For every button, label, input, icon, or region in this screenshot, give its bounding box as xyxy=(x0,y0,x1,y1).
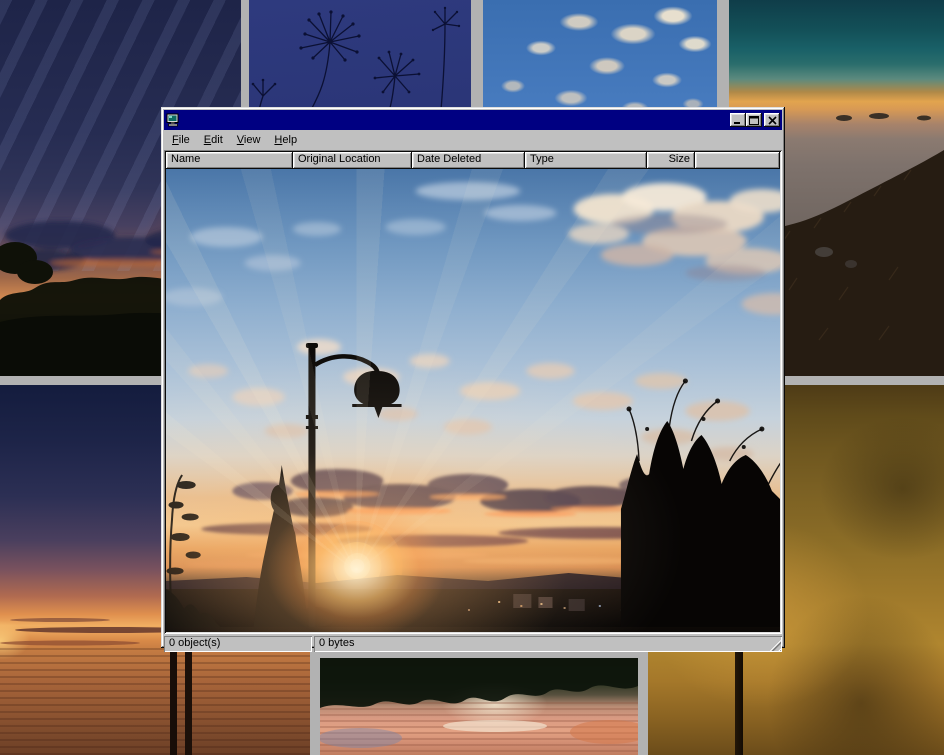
minimize-button[interactable] xyxy=(730,113,746,127)
listview: NameOriginal LocationDate DeletedTypeSiz… xyxy=(164,150,782,634)
menu-bar: FileEditViewHelp xyxy=(164,130,782,150)
menu-help[interactable]: Help xyxy=(267,132,304,149)
close-button[interactable] xyxy=(764,113,780,127)
column-header-type[interactable]: Type xyxy=(525,152,647,169)
column-header-original-location[interactable]: Original Location xyxy=(293,152,412,169)
menu-file[interactable]: File xyxy=(165,132,197,149)
minimize-icon xyxy=(733,116,743,125)
menu-view[interactable]: View xyxy=(230,132,268,149)
listview-empty-area[interactable] xyxy=(166,169,780,632)
column-header-filler[interactable] xyxy=(695,152,780,169)
menu-edit[interactable]: Edit xyxy=(197,132,230,149)
maximize-button[interactable] xyxy=(746,113,762,127)
computer-icon xyxy=(166,113,180,127)
crepuscular-rays xyxy=(166,169,780,632)
wallpaper-photo-water-reflection xyxy=(320,658,638,755)
column-header-size[interactable]: Size xyxy=(647,152,695,169)
resize-grip[interactable] xyxy=(769,639,781,651)
status-panel-2: 0 bytes xyxy=(314,636,782,652)
maximize-icon xyxy=(749,116,759,125)
column-header-date-deleted[interactable]: Date Deleted xyxy=(412,152,525,169)
recycle-bin-window: FileEditViewHelp NameOriginal LocationDa… xyxy=(161,107,785,648)
column-header-row: NameOriginal LocationDate DeletedTypeSiz… xyxy=(166,152,780,169)
window-controls xyxy=(730,113,780,127)
status-bar: 0 object(s)0 bytes xyxy=(164,636,782,652)
window-titlebar[interactable] xyxy=(164,110,782,130)
column-header-name[interactable]: Name xyxy=(166,152,293,169)
close-icon xyxy=(768,116,777,125)
desktop: FileEditViewHelp NameOriginal LocationDa… xyxy=(0,0,944,755)
tree-reflections xyxy=(320,658,638,755)
status-panel-1: 0 object(s) xyxy=(164,636,312,652)
